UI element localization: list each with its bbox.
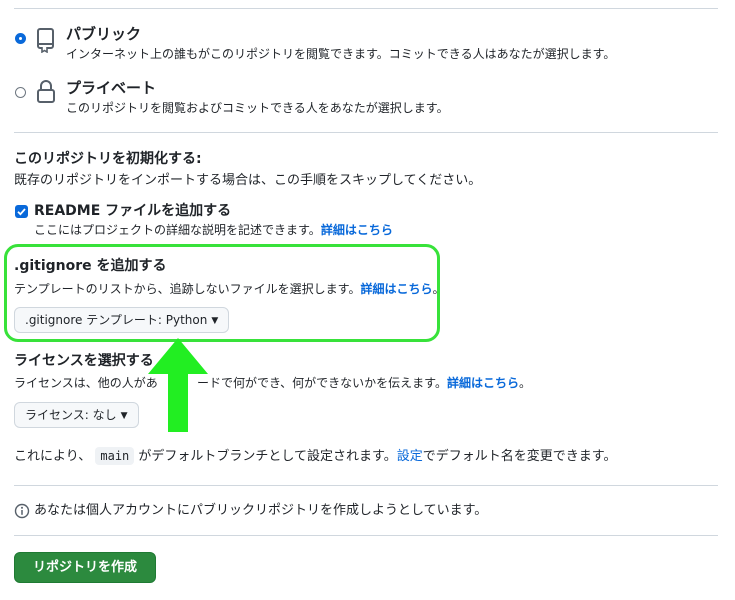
settings-link[interactable]: 設定 <box>397 449 423 464</box>
license-label: ライセンス: なし <box>25 408 117 422</box>
public-description: インターネット上の誰もがこのリポジトリを閲覧できます。コミットできる人はあなたが… <box>66 47 616 61</box>
private-radio[interactable] <box>15 87 26 98</box>
license-heading: ライセンスを選択する <box>14 353 154 369</box>
check-icon <box>17 208 26 216</box>
readme-description-text: ここにはプロジェクトの詳細な説明を記述できます。 <box>34 223 321 237</box>
license-dropdown[interactable]: ライセンス: なし ▼ <box>14 402 139 428</box>
license-period: 。 <box>518 376 531 390</box>
gitignore-highlight-box <box>4 244 440 342</box>
private-title: プライベート <box>66 79 157 97</box>
readme-learn-more-link[interactable]: 詳細はこちら <box>321 223 393 237</box>
public-radio[interactable] <box>15 33 26 44</box>
branch-note-middle: がデフォルトブランチとして設定されます。 <box>138 449 397 464</box>
top-divider <box>14 8 718 9</box>
initialize-heading: このリポジトリを初期化する: <box>14 151 202 167</box>
readme-checkbox[interactable] <box>15 205 28 218</box>
initialize-description: 既存のリポジトリをインポートする場合は、この手順をスキップしてください。 <box>14 173 482 188</box>
license-description-text: ードで何ができ、何ができないかを伝えます。 <box>197 376 447 390</box>
license-learn-more-link[interactable]: 詳細はこちら <box>447 376 519 390</box>
visibility-divider <box>14 132 718 133</box>
branch-note-prefix: これにより、 <box>14 449 92 464</box>
info-note-text: あなたは個人アカウントにパブリックリポジトリを作成しようとしています。 <box>34 503 488 518</box>
branch-divider <box>14 485 718 486</box>
readme-label: README ファイルを追加する <box>34 203 232 219</box>
private-description: このリポジトリを閲覧およびコミットできる人をあなたが選択します。 <box>66 101 449 115</box>
branch-note-suffix: でデフォルト名を変更できます。 <box>422 449 617 464</box>
default-branch-note: これにより、 main がデフォルトブランチとして設定されます。設定でデフォルト… <box>14 447 616 466</box>
lock-icon <box>37 80 55 103</box>
public-title: パブリック <box>66 25 142 43</box>
readme-description: ここにはプロジェクトの詳細な説明を記述できます。詳細はこちら <box>34 222 393 238</box>
info-divider <box>14 535 718 536</box>
license-description-right: ードで何ができ、何ができないかを伝えます。詳細はこちら。 <box>197 375 531 391</box>
repo-icon <box>37 28 54 53</box>
arrow-up-icon <box>148 338 208 432</box>
create-repository-button[interactable]: リポジトリを作成 <box>14 552 156 583</box>
caret-down-icon: ▼ <box>120 411 128 421</box>
branch-name-code: main <box>95 447 135 465</box>
info-icon <box>14 503 30 519</box>
license-description-left: ライセンスは、他の人があ <box>14 376 158 390</box>
